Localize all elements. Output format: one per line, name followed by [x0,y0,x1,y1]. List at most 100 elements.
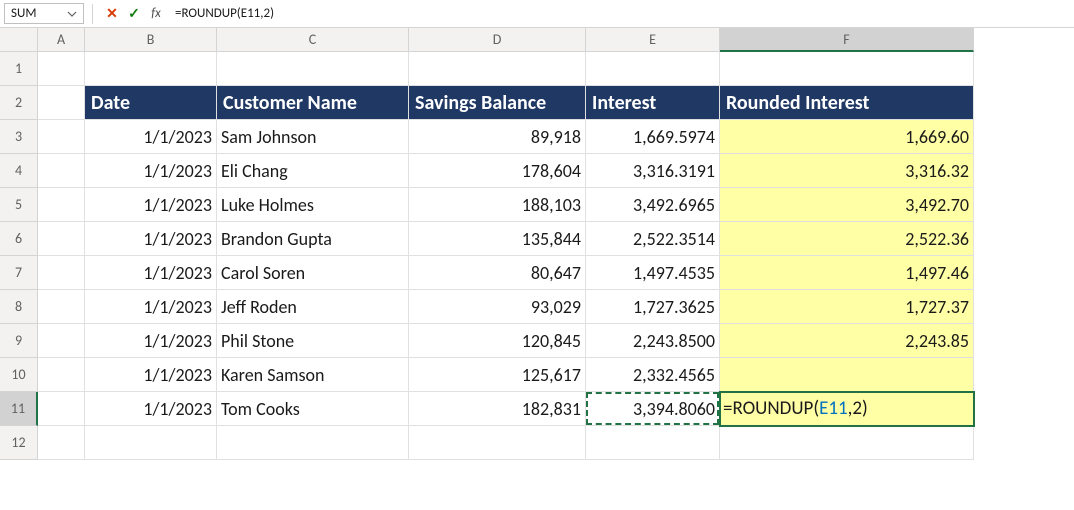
divider [92,4,93,24]
table-header-interest[interactable]: Interest [586,86,720,120]
cell-interest-referenced[interactable]: 3,394.8060 [586,392,720,426]
enter-button[interactable]: ✓ [124,4,144,24]
col-header-a[interactable]: A [38,28,85,52]
cell-name[interactable]: Eli Chang [217,154,409,188]
cell-savings[interactable]: 93,029 [409,290,586,324]
cell[interactable] [720,52,974,86]
cell-rounded[interactable]: 1,727.37 [720,290,974,324]
cell-rounded[interactable]: 2,522.36 [720,222,974,256]
cell-savings[interactable]: 135,844 [409,222,586,256]
cell-interest[interactable]: 2,243.8500 [586,324,720,358]
table-header-rounded[interactable]: Rounded Interest [720,86,974,120]
cell-name[interactable]: Jeff Roden [217,290,409,324]
row-header[interactable]: 1 [0,52,38,86]
cell-rounded[interactable] [720,358,974,392]
cell-rounded[interactable]: 2,243.85 [720,324,974,358]
cell-date[interactable]: 1/1/2023 [85,154,217,188]
cell[interactable] [38,188,85,222]
cell-name[interactable]: Brandon Gupta [217,222,409,256]
col-header-e[interactable]: E [586,28,720,52]
cell-savings[interactable]: 120,845 [409,324,586,358]
cell[interactable] [38,52,85,86]
cell[interactable] [38,290,85,324]
cell-name[interactable]: Luke Holmes [217,188,409,222]
cell[interactable] [409,426,586,460]
active-cell-editing[interactable]: =ROUNDUP(E11,2) ROUNDUP(number, num_digi… [720,392,974,426]
name-box[interactable]: SUM [4,3,84,24]
cell-date[interactable]: 1/1/2023 [85,358,217,392]
row-header[interactable]: 6 [0,222,38,256]
table-header-customer[interactable]: Customer Name [217,86,409,120]
cell-rounded[interactable]: 3,492.70 [720,188,974,222]
cell-date[interactable]: 1/1/2023 [85,324,217,358]
row-header[interactable]: 7 [0,256,38,290]
cell[interactable] [720,426,974,460]
cell-interest[interactable]: 1,727.3625 [586,290,720,324]
col-header-f[interactable]: F [720,28,974,52]
cell[interactable] [38,392,85,426]
col-header-c[interactable]: C [217,28,409,52]
cell-rounded[interactable]: 3,316.32 [720,154,974,188]
cell[interactable] [38,358,85,392]
cell[interactable] [38,426,85,460]
cell-date[interactable]: 1/1/2023 [85,392,217,426]
cell[interactable] [38,324,85,358]
cell-interest[interactable]: 3,492.6965 [586,188,720,222]
cell-savings[interactable]: 188,103 [409,188,586,222]
row-header[interactable]: 5 [0,188,38,222]
cell[interactable] [217,52,409,86]
cell-savings[interactable]: 80,647 [409,256,586,290]
cell[interactable] [38,222,85,256]
row-header[interactable]: 2 [0,86,38,120]
cell-interest[interactable]: 2,522.3514 [586,222,720,256]
table-header-savings[interactable]: Savings Balance [409,86,586,120]
cell-name[interactable]: Karen Samson [217,358,409,392]
select-all-corner[interactable] [0,28,38,52]
cell-date[interactable]: 1/1/2023 [85,222,217,256]
cell[interactable] [409,52,586,86]
cell-rounded[interactable]: 1,497.46 [720,256,974,290]
cell-savings[interactable]: 125,617 [409,358,586,392]
cell[interactable] [586,52,720,86]
cell-rounded[interactable]: 1,669.60 [720,120,974,154]
cell[interactable] [217,426,409,460]
col-header-b[interactable]: B [85,28,217,52]
cell-savings[interactable]: 182,831 [409,392,586,426]
cell-date[interactable]: 1/1/2023 [85,290,217,324]
cell[interactable] [586,426,720,460]
cell[interactable] [38,154,85,188]
cell-name[interactable]: Sam Johnson [217,120,409,154]
row-header[interactable]: 10 [0,358,38,392]
cell-interest[interactable]: 1,669.5974 [586,120,720,154]
cell[interactable] [85,426,217,460]
row-header[interactable]: 12 [0,426,38,460]
cell-name[interactable]: Tom Cooks [217,392,409,426]
row-header[interactable]: 11 [0,392,38,426]
chevron-down-icon [67,9,77,19]
row-header[interactable]: 3 [0,120,38,154]
row-header[interactable]: 4 [0,154,38,188]
cell[interactable] [38,120,85,154]
formula-suffix: ,2) [848,397,868,420]
cell-date[interactable]: 1/1/2023 [85,256,217,290]
cell-interest[interactable]: 1,497.4535 [586,256,720,290]
formula-input[interactable]: =ROUNDUP(E11,2) [167,4,1070,23]
cell-interest[interactable]: 2,332.4565 [586,358,720,392]
cell-name[interactable]: Carol Soren [217,256,409,290]
cell[interactable] [38,256,85,290]
insert-function-button[interactable]: fx [146,4,166,24]
cell-savings[interactable]: 89,918 [409,120,586,154]
row-header[interactable]: 9 [0,324,38,358]
cell-date[interactable]: 1/1/2023 [85,188,217,222]
col-header-d[interactable]: D [409,28,586,52]
cell-interest[interactable]: 3,316.3191 [586,154,720,188]
cell[interactable] [85,52,217,86]
cell-savings[interactable]: 178,604 [409,154,586,188]
table-header-date[interactable]: Date [85,86,217,120]
cell-name[interactable]: Phil Stone [217,324,409,358]
cell[interactable] [38,86,85,120]
row-header[interactable]: 8 [0,290,38,324]
cancel-button[interactable]: ✕ [102,4,122,24]
cell-date[interactable]: 1/1/2023 [85,120,217,154]
formula-ref: E11 [819,397,848,420]
